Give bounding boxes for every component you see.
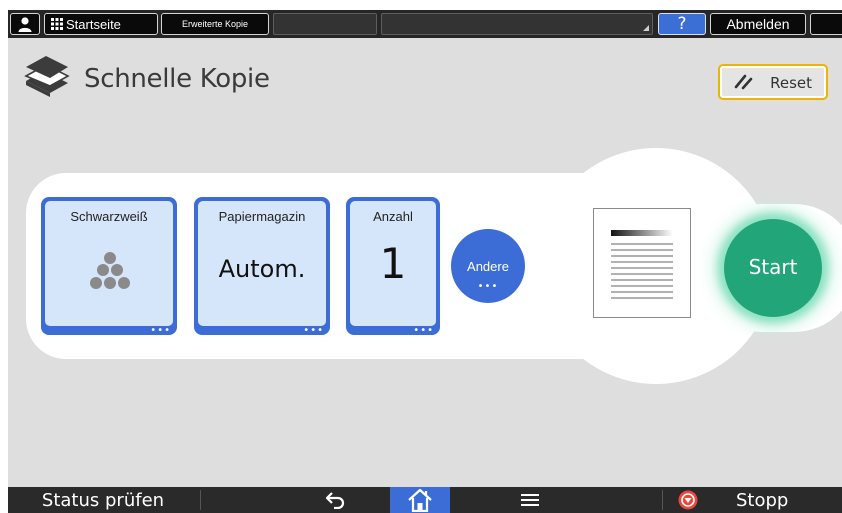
stop-label: Stopp (736, 489, 789, 511)
start-button[interactable]: Start (724, 219, 822, 317)
reset-label: Reset (770, 74, 812, 92)
copier-screen: Startseite Erweiterte Kopie ? Abmelden S… (8, 10, 842, 513)
apps-grid-icon (51, 18, 63, 30)
copy-stack-icon (24, 56, 70, 97)
shortcut-slot[interactable] (273, 13, 377, 35)
abmelden-label: Abmelden (726, 16, 790, 32)
eraser-icon (734, 74, 753, 90)
copy-count-tile-face: Anzahl 1 (350, 201, 436, 326)
other-settings-dots: ••• (477, 281, 499, 292)
stop-icon (678, 490, 698, 510)
stop-button[interactable]: Stopp (668, 487, 842, 513)
paper-tray-label: Papiermagazin (218, 209, 306, 224)
bottom-bar: Status prüfen Stopp (8, 487, 842, 513)
toner-dots-icon (90, 252, 130, 289)
color-mode-tile-face: Schwarzweiß (45, 201, 173, 326)
color-mode-tile[interactable]: Schwarzweiß ••• (41, 197, 177, 336)
other-settings-button[interactable]: Andere ••• (451, 229, 525, 303)
menu-button[interactable] (508, 487, 552, 513)
back-button[interactable] (308, 487, 362, 513)
moon-icon (823, 17, 830, 31)
paper-tray-tile[interactable]: Papiermagazin Autom. ••• (194, 197, 330, 336)
energy-saver-button[interactable] (810, 13, 842, 35)
color-mode-more-dots: ••• (150, 325, 171, 336)
hamburger-menu-icon (521, 494, 539, 506)
status-button[interactable]: Status prüfen (8, 487, 198, 513)
home-button[interactable] (390, 487, 450, 513)
erweiterte-kopie-button[interactable]: Erweiterte Kopie (161, 13, 269, 35)
erweiterte-kopie-label: Erweiterte Kopie (181, 19, 249, 29)
status-label: Status prüfen (41, 489, 165, 511)
startseite-button[interactable]: Startseite (44, 13, 158, 35)
help-label: ? (677, 14, 687, 34)
reset-button[interactable]: Reset (718, 64, 828, 100)
paper-tray-value: Autom. (218, 255, 306, 283)
paper-tray-tile-face: Papiermagazin Autom. (198, 201, 326, 326)
bottom-divider (662, 490, 663, 510)
user-button[interactable] (10, 13, 40, 35)
color-mode-label: Schwarzweiß (70, 209, 148, 224)
start-label: Start (748, 255, 798, 279)
user-icon (18, 17, 32, 32)
copy-count-label: Anzahl (373, 209, 413, 224)
paper-tray-more-dots: ••• (303, 325, 324, 336)
message-field[interactable] (381, 13, 653, 35)
copy-count-value: 1 (379, 239, 407, 288)
help-button[interactable]: ? (658, 13, 706, 35)
document-lines-icon (611, 230, 673, 299)
copy-count-more-dots: ••• (413, 325, 434, 336)
top-bar: Startseite Erweiterte Kopie ? Abmelden (8, 10, 842, 38)
bottom-divider (200, 490, 201, 510)
back-arrow-icon (325, 492, 345, 509)
abmelden-button[interactable]: Abmelden (710, 13, 806, 35)
home-icon (408, 488, 432, 512)
document-preview[interactable] (593, 208, 691, 318)
resize-corner-icon (643, 25, 649, 31)
startseite-label: Startseite (66, 16, 121, 32)
copy-count-tile[interactable]: Anzahl 1 ••• (346, 197, 440, 336)
page-title: Schnelle Kopie (84, 64, 270, 94)
other-settings-label: Andere (467, 259, 509, 274)
